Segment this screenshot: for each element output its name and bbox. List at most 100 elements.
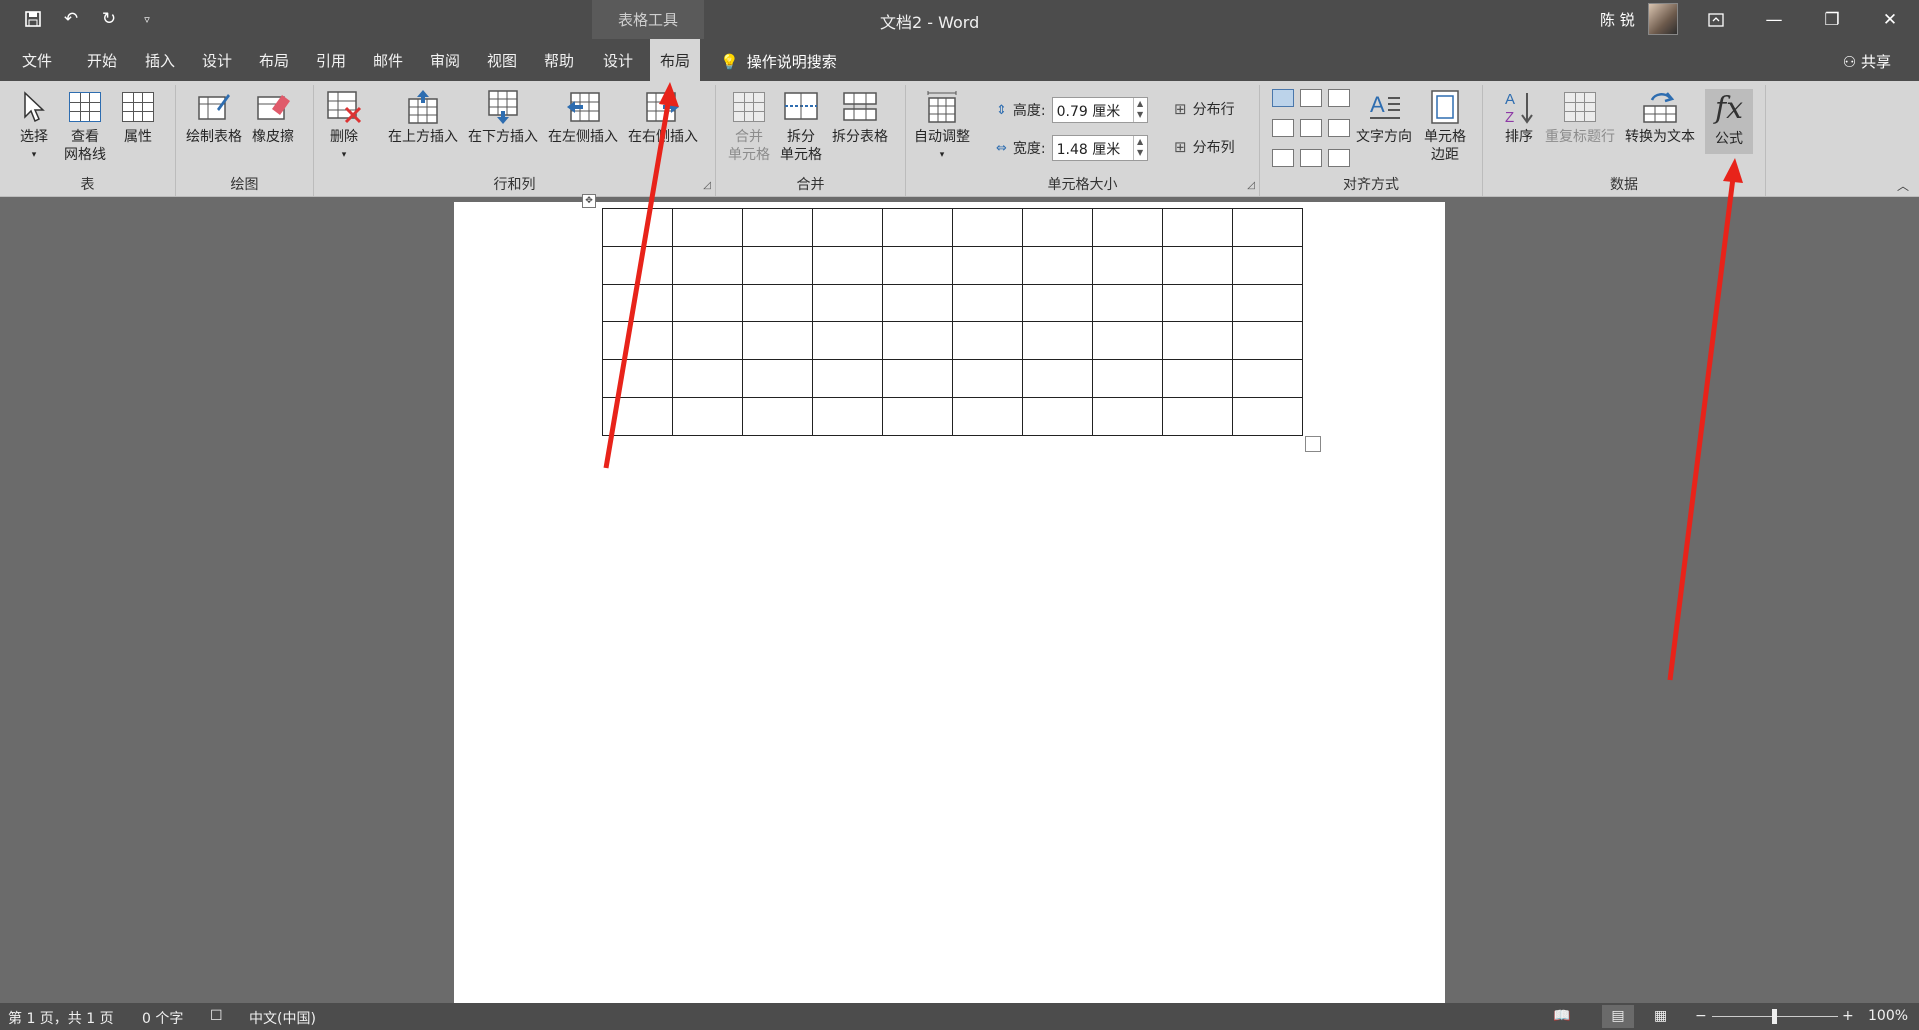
table-cell[interactable] [602,396,673,436]
align-center-icon[interactable] [1300,119,1322,137]
table-cell[interactable] [1022,359,1093,398]
draw-table-button[interactable]: 绘制表格 [186,89,242,146]
tab-review[interactable]: 审阅 [430,39,460,81]
table-cell[interactable] [1232,208,1303,247]
tab-home[interactable]: 开始 [87,39,117,81]
print-layout-icon[interactable]: ▤ [1602,1005,1634,1028]
table-cell[interactable] [1022,245,1093,285]
split-table-button[interactable]: 拆分表格 [832,89,888,146]
table-cell[interactable] [1232,321,1303,361]
document-page[interactable]: ✥ [454,194,1445,1003]
zoom-slider-thumb[interactable] [1772,1009,1777,1024]
table-cell[interactable] [1092,321,1163,361]
language-indicator[interactable]: 中文(中国) [249,1008,316,1028]
table-cell[interactable] [1092,208,1163,247]
table-cell[interactable] [672,359,743,398]
user-name[interactable]: 陈 锐 [1600,9,1635,30]
text-direction-button[interactable]: A 文字方向 [1356,89,1412,146]
view-gridlines-button[interactable]: 查看 网格线 [64,89,106,164]
table-cell[interactable] [882,396,953,436]
word-count[interactable]: 0 个字 [142,1008,183,1028]
document-table[interactable] [602,208,1303,436]
ribbon-display-icon[interactable] [1687,0,1745,39]
merge-cells-button[interactable]: 合并 单元格 [728,89,770,164]
table-cell[interactable] [812,283,883,323]
table-cell[interactable] [672,245,743,285]
read-mode-icon[interactable]: 📖 [1553,1008,1570,1024]
formula-button[interactable]: fx 公式 [1705,89,1753,154]
insert-right-button[interactable]: 在右侧插入 [628,89,698,146]
zoom-level[interactable]: 100% [1868,1008,1908,1024]
align-center-left-icon[interactable] [1272,119,1294,137]
table-cell[interactable] [1162,245,1233,285]
minimize-button[interactable]: — [1745,0,1803,39]
table-cell[interactable] [742,321,813,361]
zoom-in-icon[interactable]: + [1842,1008,1854,1024]
restore-button[interactable]: ❐ [1803,0,1861,39]
tab-help[interactable]: 帮助 [544,39,574,81]
cell-margins-button[interactable]: 单元格 边距 [1424,89,1466,164]
align-top-left-icon[interactable] [1272,89,1294,107]
table-cell[interactable] [1092,396,1163,436]
table-cell[interactable] [1232,283,1303,323]
table-cell[interactable] [1022,283,1093,323]
table-cell[interactable] [1162,283,1233,323]
split-cells-button[interactable]: 拆分 单元格 [780,89,822,164]
table-cell[interactable] [952,208,1023,247]
insert-above-button[interactable]: 在上方插入 [388,89,458,146]
align-center-right-icon[interactable] [1328,119,1350,137]
table-cell[interactable] [1022,208,1093,247]
table-cell[interactable] [952,396,1023,436]
convert-to-text-button[interactable]: 转换为文本 [1625,89,1695,146]
web-layout-icon[interactable]: ▦ [1654,1008,1667,1024]
width-input[interactable]: 1.48 厘米 ▲ ▼ [1051,135,1148,161]
select-button[interactable]: 选择 ▾ [16,89,52,164]
table-cell[interactable] [672,321,743,361]
avatar[interactable] [1648,3,1678,35]
align-top-center-icon[interactable] [1300,89,1322,107]
redo-icon[interactable]: ↻ [98,8,120,30]
table-cell[interactable] [812,321,883,361]
table-cell[interactable] [882,359,953,398]
tab-view[interactable]: 视图 [487,39,517,81]
table-cell[interactable] [1232,396,1303,436]
table-cell[interactable] [602,283,673,323]
table-cell[interactable] [812,208,883,247]
tab-layout[interactable]: 布局 [259,39,289,81]
table-cell[interactable] [952,245,1023,285]
table-cell[interactable] [1092,283,1163,323]
proofing-icon[interactable]: ☐ [210,1008,223,1024]
table-cell[interactable] [602,208,673,247]
table-cell[interactable] [672,208,743,247]
table-cell[interactable] [812,359,883,398]
share-button[interactable]: ⚇ 共享 [1843,51,1891,72]
tab-insert[interactable]: 插入 [145,39,175,81]
table-cell[interactable] [882,283,953,323]
tab-file[interactable]: 文件 [22,39,52,81]
properties-button[interactable]: 属性 [120,89,156,146]
close-button[interactable]: ✕ [1861,0,1919,39]
insert-left-button[interactable]: 在左侧插入 [548,89,618,146]
height-spinner[interactable]: ▲ ▼ [1132,98,1147,122]
table-cell[interactable] [1022,396,1093,436]
tab-table-layout[interactable]: 布局 [650,39,701,81]
page-count[interactable]: 第 1 页，共 1 页 [8,1008,114,1028]
sort-button[interactable]: AZ 排序 [1501,89,1537,146]
table-cell[interactable] [742,396,813,436]
tab-table-design[interactable]: 设计 [603,39,633,81]
table-cell[interactable] [882,245,953,285]
table-cell[interactable] [812,245,883,285]
repeat-header-rows-button[interactable]: 重复标题行 [1545,89,1615,146]
table-cell[interactable] [742,245,813,285]
table-cell[interactable] [602,321,673,361]
table-resize-handle[interactable] [1305,436,1321,452]
table-cell[interactable] [602,359,673,398]
table-cell[interactable] [1162,396,1233,436]
align-bottom-left-icon[interactable] [1272,149,1294,167]
table-cell[interactable] [952,321,1023,361]
table-cell[interactable] [1232,359,1303,398]
table-cell[interactable] [672,396,743,436]
tell-me-search[interactable]: 💡 操作说明搜索 [720,51,837,72]
align-top-right-icon[interactable] [1328,89,1350,107]
table-cell[interactable] [812,396,883,436]
